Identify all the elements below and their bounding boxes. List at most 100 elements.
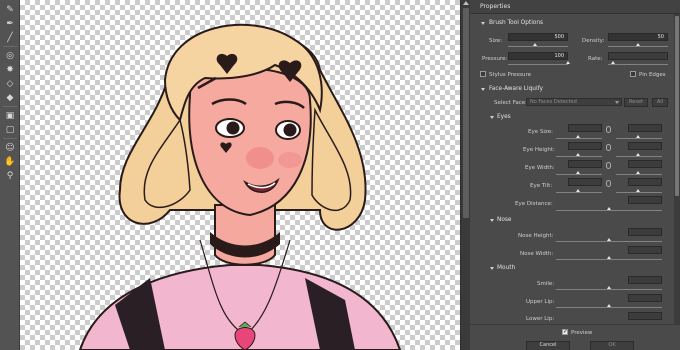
rate-slider[interactable] [608, 64, 668, 65]
image-canvas[interactable] [20, 0, 460, 350]
select-face-label: Select Face: [494, 100, 528, 106]
eye-size-left-input[interactable] [568, 124, 602, 132]
scroll-up-arrow-icon[interactable] [463, 1, 469, 5]
eye-height-left-slider[interactable] [556, 156, 602, 157]
eye-size-right-input[interactable] [628, 124, 662, 132]
slider-knob[interactable] [607, 304, 611, 307]
cancel-button[interactable]: Cancel [526, 341, 570, 350]
ok-button[interactable]: OK [590, 341, 634, 350]
brush-options-header[interactable]: Brush Tool Options [489, 20, 543, 26]
eye-tilt-left-slider[interactable] [556, 192, 602, 193]
hand-tool-icon[interactable]: ✋ [4, 156, 16, 168]
smile-slider[interactable] [556, 289, 662, 290]
slider-knob[interactable] [576, 171, 580, 174]
collapse-triangle-icon[interactable] [490, 267, 494, 270]
eyes-section-header[interactable]: Eyes [497, 114, 511, 120]
pressure-slider[interactable] [508, 64, 568, 65]
rate-input[interactable] [608, 52, 668, 60]
slider-knob[interactable] [636, 171, 640, 174]
nose-height-input[interactable] [628, 228, 662, 236]
nose-height-slider[interactable] [556, 241, 662, 242]
collapse-triangle-icon[interactable] [481, 22, 485, 25]
panel-title: Properties [470, 0, 680, 14]
density-slider[interactable] [608, 46, 668, 47]
panel-scrollbar[interactable] [674, 14, 680, 324]
all-button[interactable]: All [652, 98, 668, 107]
nose-section-header[interactable]: Nose [497, 217, 511, 223]
pressure-slider-knob[interactable] [566, 61, 570, 64]
slider-knob[interactable] [576, 135, 580, 138]
eye-tilt-right-slider[interactable] [616, 192, 662, 193]
forward-warp-tool-icon[interactable]: ✎ [4, 4, 16, 16]
bloat-tool-icon[interactable]: ◇ [4, 78, 16, 90]
nose-width-slider[interactable] [556, 259, 662, 260]
freeze-mask-tool-icon[interactable]: ▣ [4, 110, 16, 122]
upper-lip-slider[interactable] [556, 307, 662, 308]
liquify-toolbar: ✎ ✒ ╱ ◎ ✸ ◇ ◆ ▣ ▢ ☺ ✋ ⚲ [0, 0, 20, 350]
link-icon[interactable] [606, 162, 611, 169]
select-face-dropdown[interactable]: No Faces Detected [526, 98, 622, 106]
slider-knob[interactable] [607, 238, 611, 241]
smile-label: Smile: [537, 281, 555, 287]
eye-width-right-input[interactable] [628, 160, 662, 168]
mouth-section-header[interactable]: Mouth [497, 265, 515, 271]
canvas-vertical-scrollbar[interactable] [460, 0, 470, 350]
eye-size-right-slider[interactable] [616, 138, 662, 139]
collapse-triangle-icon[interactable] [490, 116, 494, 119]
eye-tilt-left-input[interactable] [568, 178, 602, 186]
face-tool-icon[interactable]: ☺ [4, 142, 16, 154]
collapse-triangle-icon[interactable] [481, 88, 485, 91]
link-icon[interactable] [606, 126, 611, 133]
push-left-tool-icon[interactable]: ◆ [4, 92, 16, 104]
twirl-tool-icon[interactable]: ◎ [4, 50, 16, 62]
slider-knob[interactable] [607, 256, 611, 259]
pucker-tool-icon[interactable]: ✸ [4, 64, 16, 76]
slider-knob[interactable] [576, 189, 580, 192]
rate-slider-knob[interactable] [611, 61, 615, 64]
eye-width-left-slider[interactable] [556, 174, 602, 175]
nose-width-input[interactable] [628, 246, 662, 254]
thaw-mask-tool-icon[interactable]: ▢ [4, 124, 16, 136]
size-input[interactable]: 500 [508, 33, 568, 41]
smooth-tool-icon[interactable]: ╱ [4, 32, 16, 44]
density-input[interactable]: 50 [608, 33, 668, 41]
size-slider[interactable] [508, 46, 568, 47]
select-face-value: No Faces Detected [530, 99, 577, 105]
slider-knob[interactable] [576, 153, 580, 156]
eye-size-left-slider[interactable] [556, 138, 602, 139]
chevron-down-icon [615, 101, 619, 104]
link-icon[interactable] [606, 180, 611, 187]
eye-width-left-input[interactable] [568, 160, 602, 168]
panel-scroll-thumb[interactable] [675, 16, 679, 196]
density-slider-knob[interactable] [636, 43, 640, 46]
link-icon[interactable] [606, 144, 611, 151]
slider-knob[interactable] [607, 286, 611, 289]
slider-knob[interactable] [636, 135, 640, 138]
eye-height-left-input[interactable] [568, 142, 602, 150]
reconstruct-tool-icon[interactable]: ✒ [4, 18, 16, 30]
face-aware-header[interactable]: Face-Aware Liquify [489, 86, 543, 92]
eye-distance-slider[interactable] [556, 210, 662, 211]
upper-lip-label: Upper Lip: [526, 299, 555, 305]
toolbar-divider [3, 138, 17, 139]
preview-checkbox[interactable] [562, 328, 568, 335]
pin-edges-checkbox[interactable] [630, 71, 636, 77]
canvas-scroll-thumb[interactable] [463, 8, 469, 218]
smile-input[interactable] [628, 276, 662, 284]
pressure-input[interactable]: 100 [508, 52, 568, 60]
eye-height-right-slider[interactable] [616, 156, 662, 157]
zoom-tool-icon[interactable]: ⚲ [4, 170, 16, 182]
eye-width-right-slider[interactable] [616, 174, 662, 175]
lower-lip-input[interactable] [628, 312, 662, 320]
upper-lip-input[interactable] [628, 294, 662, 302]
stylus-pressure-checkbox[interactable] [480, 71, 486, 77]
collapse-triangle-icon[interactable] [490, 219, 494, 222]
slider-knob[interactable] [636, 153, 640, 156]
size-slider-knob[interactable] [533, 43, 537, 46]
reset-button[interactable]: Reset [624, 98, 648, 107]
slider-knob[interactable] [607, 207, 611, 210]
eye-height-right-input[interactable] [628, 142, 662, 150]
eye-tilt-right-input[interactable] [628, 178, 662, 186]
eye-distance-input[interactable] [628, 196, 662, 204]
slider-knob[interactable] [636, 189, 640, 192]
